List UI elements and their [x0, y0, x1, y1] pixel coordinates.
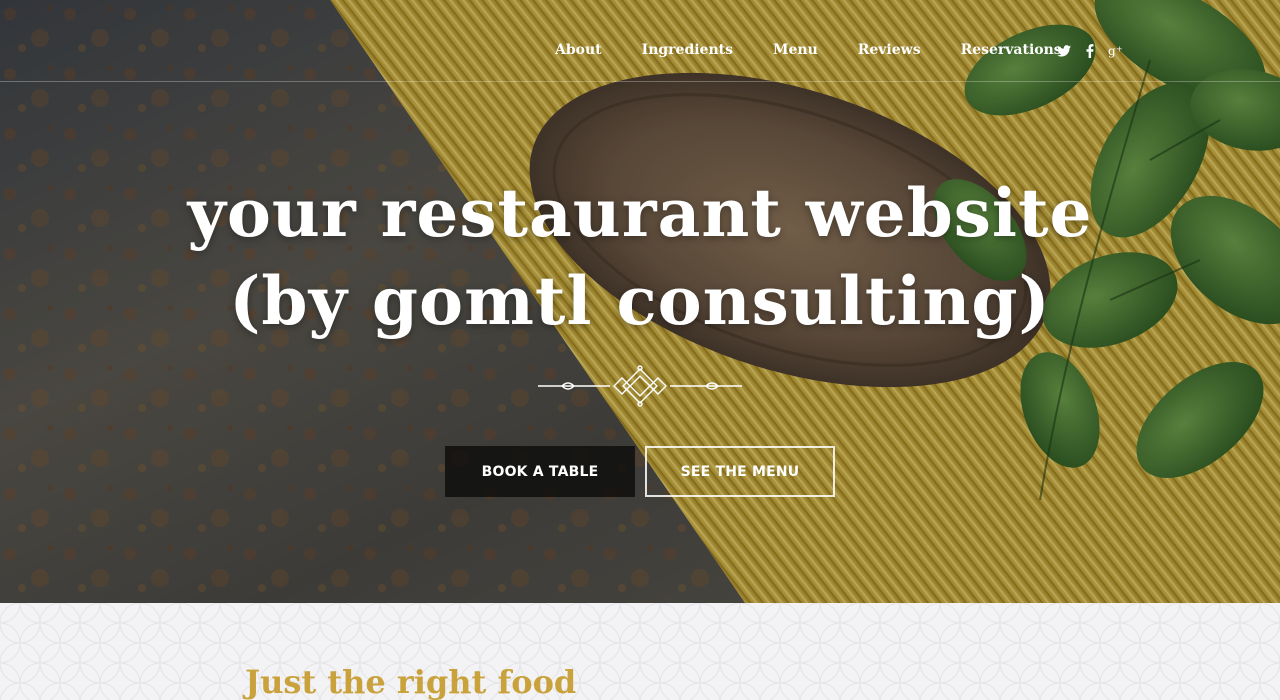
google-plus-icon[interactable]: g + [1108, 42, 1124, 60]
svg-text:+: + [1116, 45, 1123, 54]
section-heading: Just the right food [245, 663, 577, 700]
nav-link-ingredients[interactable]: Ingredients [642, 42, 733, 58]
hero-title-line-1: your restaurant website [187, 174, 1093, 252]
main-navigation: About Ingredients Menu Reviews Reservati… [0, 0, 1280, 82]
nav-link-about[interactable]: About [555, 42, 602, 58]
intro-section: Just the right food [0, 603, 1280, 700]
ornament-divider-icon [538, 365, 742, 407]
social-links: g + [1056, 42, 1124, 60]
nav-link-reviews[interactable]: Reviews [858, 42, 921, 58]
see-the-menu-button[interactable]: SEE THE MENU [645, 446, 835, 497]
hero-title-line-2: (by gomtl consulting) [229, 262, 1051, 340]
facebook-icon[interactable] [1082, 42, 1098, 60]
book-a-table-button[interactable]: BOOK A TABLE [445, 446, 635, 497]
nav-link-reservations[interactable]: Reservations [961, 42, 1062, 58]
twitter-icon[interactable] [1056, 42, 1072, 60]
hero-section: About Ingredients Menu Reviews Reservati… [0, 0, 1280, 603]
svg-text:g: g [1108, 44, 1116, 58]
nav-links: About Ingredients Menu Reviews Reservati… [555, 42, 1062, 58]
background-pattern [0, 603, 1280, 700]
nav-link-menu[interactable]: Menu [773, 42, 818, 58]
